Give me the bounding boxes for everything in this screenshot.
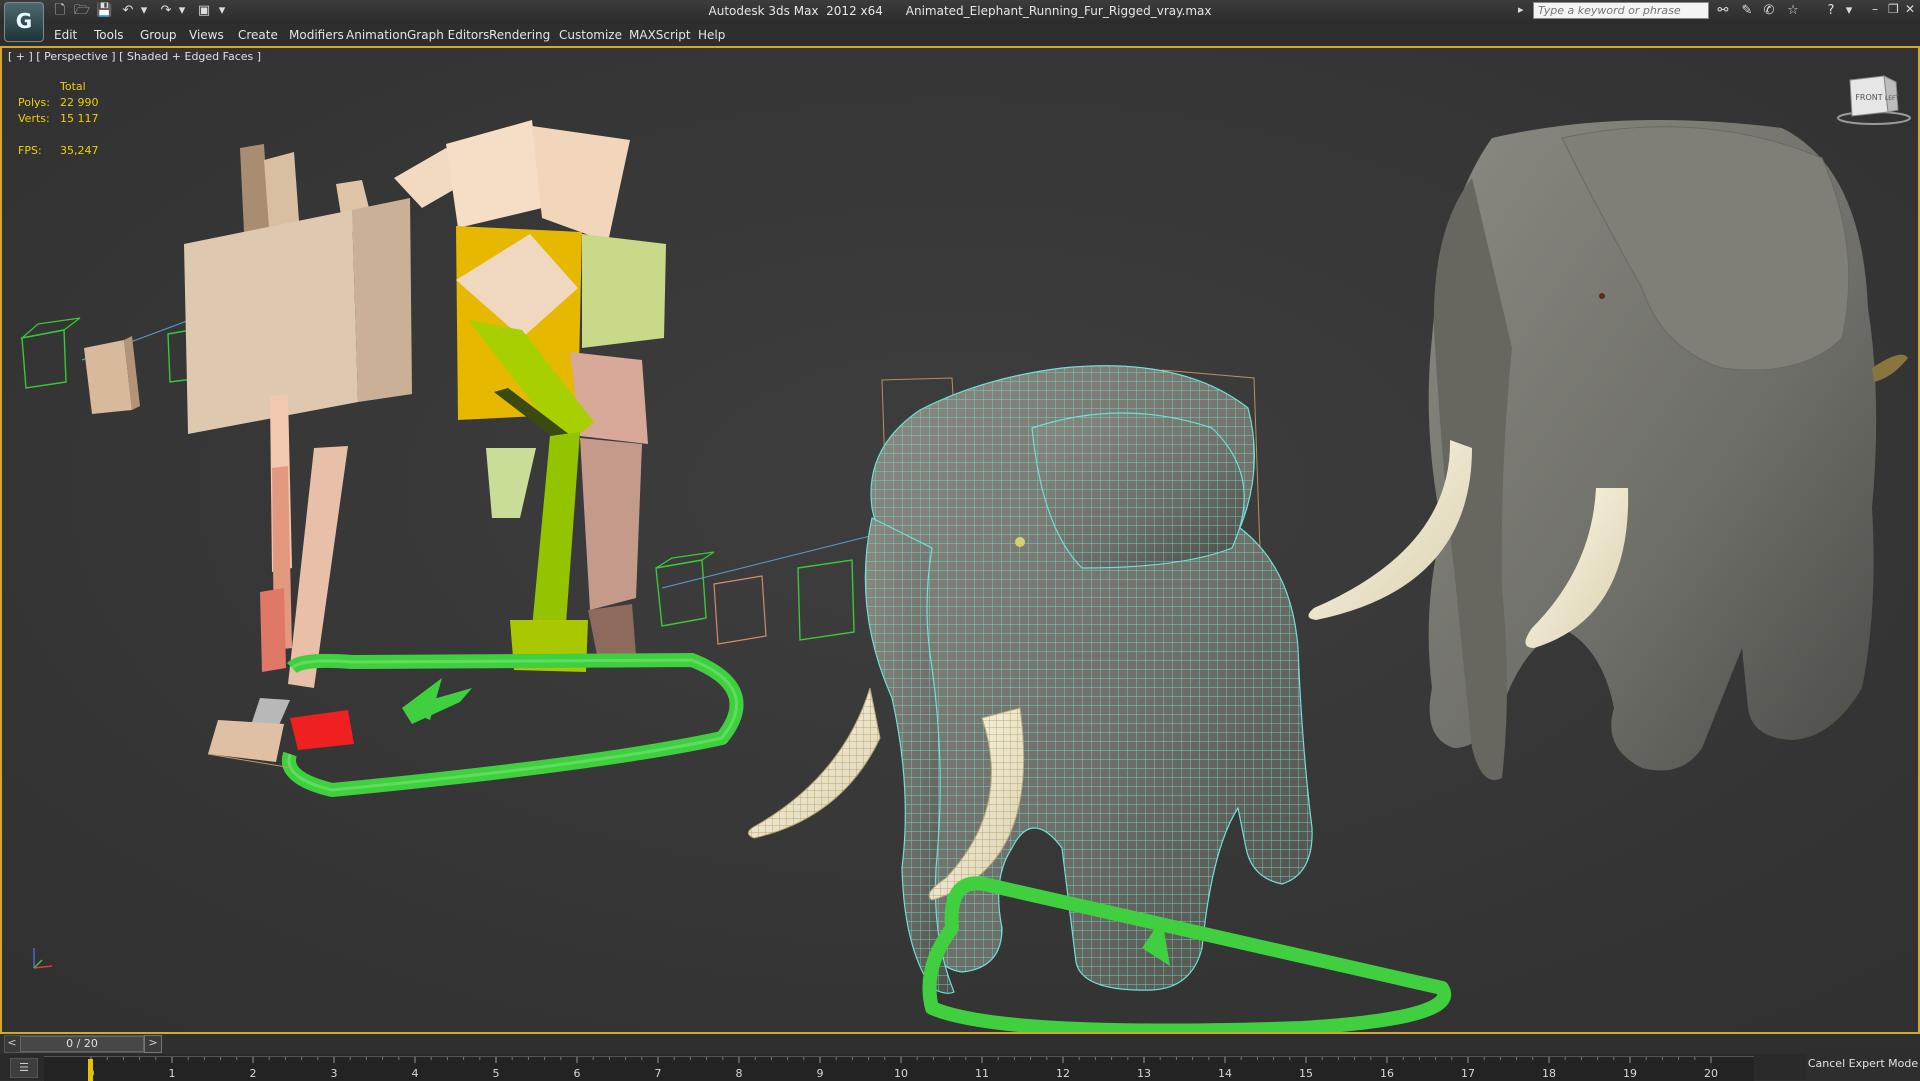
menu-create[interactable]: Create <box>238 28 278 42</box>
favorites-star-icon[interactable]: ☆ <box>1784 2 1802 20</box>
binoculars-icon[interactable]: ⚯ <box>1714 2 1732 20</box>
title-bar: 🗋 🗁 💾 ↶ ▾ ↷ ▾ ▣ ▾ Autodesk 3ds Max 2012 … <box>0 0 1920 25</box>
viewcube-front-label: FRONT <box>1855 93 1882 102</box>
subscription-icon[interactable]: ✎ <box>1738 2 1756 20</box>
timeline-tick-label: 14 <box>1218 1067 1232 1080</box>
timeline-tick-label: 10 <box>894 1067 908 1080</box>
timeline-tick-label: 11 <box>975 1067 989 1080</box>
timeline-tick-label: 12 <box>1056 1067 1070 1080</box>
menu-modifiers[interactable]: Modifiers <box>289 28 344 42</box>
timeline-tick-label: 16 <box>1380 1067 1394 1080</box>
timeline-tick-label: 1 <box>169 1067 176 1080</box>
menu-group[interactable]: Group <box>140 28 177 42</box>
time-slider-prev-button[interactable]: < <box>4 1035 20 1051</box>
menu-customize[interactable]: Customize <box>559 28 622 42</box>
viewcube-left-label: LEFT <box>1885 95 1899 102</box>
help-dropdown-icon[interactable]: ▾ <box>1840 2 1858 20</box>
time-slider-thumb[interactable]: 0 / 20 <box>20 1036 144 1052</box>
polys-label: Polys: <box>18 96 50 109</box>
viewport-scene: FRONT LEFT <box>2 48 1918 1032</box>
communication-center-icon[interactable]: ✆ <box>1760 2 1778 20</box>
menu-edit[interactable]: Edit <box>54 28 77 42</box>
cancel-expert-mode-button[interactable]: Cancel Expert Mode <box>1806 1048 1920 1080</box>
timeline-tick-label: 8 <box>736 1067 743 1080</box>
timeline-tick-label: 15 <box>1299 1067 1313 1080</box>
timeline-tick-label: 18 <box>1542 1067 1556 1080</box>
viewport-label[interactable]: [ + ] [ Perspective ] [ Shaded + Edged F… <box>8 50 261 63</box>
polys-value: 22 990 <box>60 96 99 109</box>
timeline-tick-label: 20 <box>1704 1067 1718 1080</box>
timeline-tick-label: 17 <box>1461 1067 1475 1080</box>
menu-help[interactable]: Help <box>698 28 725 42</box>
time-slider-next-button[interactable]: > <box>144 1035 162 1053</box>
minimize-icon[interactable]: – <box>1872 2 1878 16</box>
help-icon[interactable]: ? <box>1822 2 1840 20</box>
timeline-trackbar[interactable]: 01234567891011121314151617181920 <box>44 1056 1754 1081</box>
fps-label: FPS: <box>18 144 42 157</box>
menu-rendering[interactable]: Rendering <box>489 28 550 42</box>
menu-maxscript[interactable]: MAXScript <box>629 28 691 42</box>
timeline-tick-label: 19 <box>1623 1067 1637 1080</box>
stats-header: Total <box>60 80 86 93</box>
timeline-tick-label: 7 <box>655 1067 662 1080</box>
menu-graph-editors[interactable]: Graph Editors <box>407 28 489 42</box>
timeline-tick-label: 3 <box>331 1067 338 1080</box>
app-logo-icon[interactable]: G <box>4 2 44 42</box>
restore-icon[interactable]: ❐ <box>1888 2 1899 16</box>
verts-label: Verts: <box>18 112 50 125</box>
menu-bar: Edit Tools Group Views Create Modifiers … <box>0 24 1920 46</box>
search-input[interactable] <box>1533 2 1709 19</box>
timeline-tick-label: 9 <box>817 1067 824 1080</box>
fps-value: 35,247 <box>60 144 99 157</box>
menu-views[interactable]: Views <box>189 28 224 42</box>
timeline-tick-label: 13 <box>1137 1067 1151 1080</box>
menu-tools[interactable]: Tools <box>94 28 124 42</box>
timeline-tick-label: 5 <box>493 1067 500 1080</box>
curve-editor-icon[interactable]: ☰ <box>10 1058 38 1078</box>
timeline-tick-label: 4 <box>412 1067 419 1080</box>
timeline-tick-label: 6 <box>574 1067 581 1080</box>
search-expand-icon[interactable]: ▸ <box>1518 3 1524 16</box>
menu-animation[interactable]: Animation <box>346 28 407 42</box>
time-cursor-marker <box>88 1059 93 1081</box>
timeline-ruler: 01234567891011121314151617181920 <box>88 1057 1718 1081</box>
close-icon[interactable]: ✕ <box>1905 2 1915 16</box>
timeline-tick-label: 2 <box>250 1067 257 1080</box>
verts-value: 15 117 <box>60 112 99 125</box>
